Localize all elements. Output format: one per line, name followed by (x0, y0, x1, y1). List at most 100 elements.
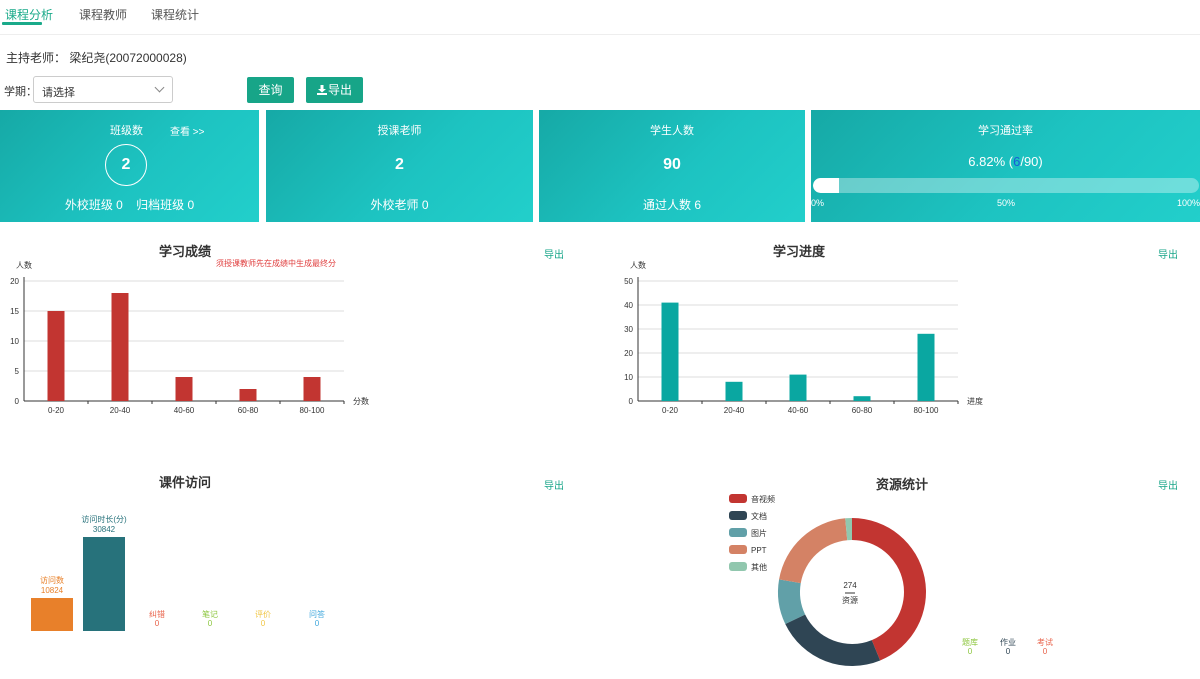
export-button[interactable]: 导出 (306, 77, 363, 103)
progress-x-tick-label: 80-100 (914, 406, 939, 415)
card-teachers: 授课老师 2 外校老师 0 (266, 110, 533, 222)
progress-label-100: 100% (1177, 198, 1200, 208)
resources-legend-label: 文档 (751, 511, 767, 521)
student-count-value: 90 (663, 156, 681, 173)
resources-legend-label: PPT (751, 546, 767, 555)
progress-bar (725, 381, 743, 401)
progress-bar (789, 374, 807, 401)
card-students: 学生人数 90 通过人数 6 (539, 110, 805, 222)
pass-rate-progress-bar (813, 178, 1199, 193)
visits-value-label: 10824 (41, 586, 64, 595)
progress-y-axis-label: 人数 (630, 260, 646, 270)
teacher-count-value: 2 (395, 156, 404, 173)
tab-bar: 课程分析 课程教师 课程统计 (0, 0, 1200, 35)
visits-series-name: 访问数 (40, 575, 64, 585)
download-icon (316, 85, 327, 95)
resources-legend-label: 图片 (751, 528, 767, 538)
resources-legend-swatch (729, 528, 747, 537)
card-foot: 通过人数 6 (642, 198, 701, 212)
score-bar (47, 311, 65, 401)
resources-extra-name: 作业 (1000, 637, 1016, 647)
progress-y-tick-label: 40 (624, 301, 633, 310)
card-title: 学生人数 (650, 125, 694, 137)
progress-y-tick-label: 30 (624, 325, 633, 334)
card-title: 学习通过率 (978, 125, 1033, 137)
resources-extra-value: 0 (1043, 647, 1048, 656)
progress-x-tick-label: 40-60 (788, 406, 809, 415)
resources-legend-label: 音视频 (751, 494, 775, 504)
progress-label-0: 0% (811, 198, 825, 208)
query-button[interactable]: 查询 (247, 77, 294, 103)
score-export-link[interactable]: 导出 (544, 246, 564, 261)
progress-y-tick-label: 50 (624, 277, 633, 286)
export-button-label: 导出 (327, 83, 352, 97)
progress-export-link[interactable]: 导出 (1158, 246, 1178, 261)
progress-bar (917, 333, 935, 401)
progress-x-axis-label: 进度 (967, 396, 983, 406)
visits-value-label: 0 (261, 619, 266, 628)
tab-course-teachers[interactable]: 课程教师 (79, 6, 127, 23)
card-title: 班级数 (110, 125, 143, 137)
chevron-down-icon (154, 82, 165, 93)
progress-bar (661, 302, 679, 401)
pass-rate-text: 6.82% (6/90) (811, 154, 1200, 169)
score-bar (175, 377, 193, 401)
tab-course-analysis[interactable]: 课程分析 (5, 6, 53, 23)
score-y-tick-label: 5 (15, 367, 20, 376)
score-bar (303, 377, 321, 401)
resources-extra-value: 0 (1006, 647, 1011, 656)
term-select-value: 请选择 (42, 87, 75, 99)
active-tab-indicator (2, 22, 42, 25)
score-x-axis-label: 分数 (353, 396, 369, 406)
pass-rate-open: ( (1005, 154, 1014, 169)
score-x-tick-label: 40-60 (174, 406, 195, 415)
score-bar (111, 293, 129, 401)
resources-legend-swatch (729, 545, 747, 554)
pass-rate-progress-fill (813, 178, 840, 193)
resources-center-label: 资源 (842, 595, 858, 605)
host-teacher: 主持老师： 梁纪尧(20072000028) (6, 51, 187, 65)
resources-total-value: 274 (843, 581, 857, 590)
resources-slice (785, 614, 881, 666)
resources-legend-swatch (729, 562, 747, 571)
resources-extra-name: 题库 (962, 637, 978, 647)
resources-donut-chart: 274资源音视频文档图片PPT其他题库0作业0考试0 (729, 494, 1053, 666)
resources-slice (852, 518, 926, 661)
visits-value-label: 0 (155, 619, 160, 628)
score-y-tick-label: 0 (15, 397, 20, 406)
visits-bar (83, 537, 125, 631)
progress-y-tick-label: 0 (629, 397, 634, 406)
tab-course-statistics[interactable]: 课程统计 (151, 6, 199, 23)
visits-chart-title: 课件访问 (159, 475, 212, 490)
term-select[interactable]: 请选择 (33, 76, 173, 103)
visits-series-name: 评价 (255, 610, 271, 619)
score-y-tick-label: 20 (10, 277, 19, 286)
score-y-tick-label: 15 (10, 307, 19, 316)
score-x-tick-label: 60-80 (238, 406, 259, 415)
resources-legend-label: 其他 (751, 562, 767, 572)
resources-export-link[interactable]: 导出 (1158, 477, 1178, 492)
progress-bar (853, 396, 871, 401)
visits-series-name: 纠错 (149, 609, 165, 619)
progress-bar-chart: 人数 0 10 20 30 40 50 0-20 20-40 40-60 60-80 80-100 进度 (624, 260, 983, 415)
pass-rate-percent: 6.82% (968, 154, 1006, 169)
class-count-value: 2 (105, 144, 147, 186)
card-class-count: 班级数 查看 >> 2 外校班级 0 归档班级 0 (0, 110, 259, 222)
visits-value-label: 0 (208, 619, 213, 628)
resources-legend-swatch (729, 494, 747, 503)
progress-x-tick-label: 60-80 (852, 406, 873, 415)
score-bar (239, 389, 257, 401)
score-x-tick-label: 0-20 (48, 406, 65, 415)
progress-x-tick-label: 20-40 (724, 406, 745, 415)
resources-extra-value: 0 (968, 647, 973, 656)
score-x-tick-label: 80-100 (300, 406, 325, 415)
score-y-axis-label: 人数 (16, 260, 32, 270)
resources-slice (779, 518, 848, 584)
visits-export-link[interactable]: 导出 (544, 477, 564, 492)
card-title: 授课老师 (377, 125, 422, 137)
score-bar-chart: 人数 0 5 10 15 20 0-20 20-40 40-60 60-80 80-100 分数 (10, 260, 369, 415)
card-foot: 外校老师 0 (370, 198, 429, 212)
view-classes-link[interactable]: 查看 >> (170, 123, 204, 138)
card-pass-rate: 学习通过率 6.82% (6/90) 0% 50% 100% (811, 110, 1200, 222)
score-x-tick-label: 20-40 (110, 406, 131, 415)
